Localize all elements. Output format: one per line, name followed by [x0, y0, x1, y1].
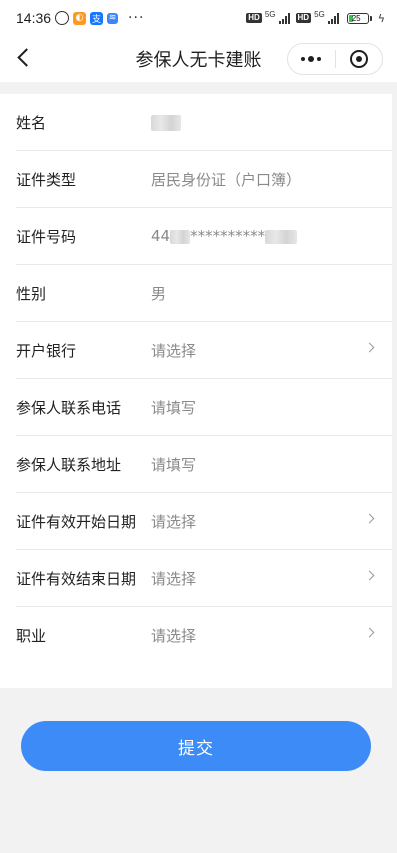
id-number-value: 44 ********** — [151, 227, 298, 245]
form-row-bank[interactable]: 开户银行 请选择 — [16, 322, 392, 379]
network-type: 5G — [264, 10, 276, 19]
alipay-notification-icon: 支 — [90, 11, 104, 25]
field-label: 性别 — [16, 284, 47, 303]
target-circle-icon — [349, 50, 368, 68]
form-row-valid-start[interactable]: 证件有效开始日期 请选择 — [16, 493, 392, 550]
chevron-right-icon — [364, 570, 375, 581]
valid-start-select[interactable]: 请选择 — [151, 511, 196, 532]
field-label: 参保人联系地址 — [16, 455, 122, 474]
app-notification-icon: ◐ — [73, 11, 87, 25]
id-masked: ********** — [190, 227, 266, 245]
form-row-id-number: 证件号码 44 ********** — [16, 208, 392, 265]
status-bar: 14:36 ◐ 支 ≋ ··· HD 5G HD 5G 25 ϟ — [0, 0, 397, 36]
address-input[interactable]: 请填写 — [151, 454, 196, 475]
form-row-id-type: 证件类型 居民身份证（户口簿） — [16, 151, 392, 208]
form-row-name: 姓名 — [16, 94, 392, 151]
network-type-2: 5G — [314, 10, 325, 19]
close-miniprogram-button[interactable] — [335, 44, 382, 74]
charging-icon: ϟ — [377, 11, 385, 25]
field-label: 参保人联系电话 — [16, 398, 122, 417]
bank-select[interactable]: 请选择 — [151, 340, 196, 361]
field-label: 证件有效开始日期 — [16, 512, 137, 531]
name-value — [151, 113, 181, 131]
redacted-id-tail — [265, 229, 298, 244]
chevron-right-icon — [364, 513, 375, 524]
miniprogram-capsule — [287, 43, 383, 75]
account-form: 姓名 证件类型 居民身份证（户口簿） 证件号码 44 ********** 性别 … — [0, 94, 392, 688]
back-arrow-icon[interactable] — [14, 47, 36, 69]
form-row-occupation[interactable]: 职业 请选择 — [16, 607, 392, 664]
form-row-phone[interactable]: 参保人联系电话 请填写 — [16, 379, 392, 436]
hd-badge: HD — [246, 13, 262, 23]
field-label: 职业 — [16, 627, 47, 645]
more-notifications-icon: ··· — [128, 10, 145, 26]
form-row-gender: 性别 男 — [16, 265, 392, 322]
alarm-icon — [55, 11, 70, 25]
status-time: 14:36 — [16, 10, 52, 26]
field-label: 证件有效结束日期 — [16, 569, 137, 588]
gender-value: 男 — [151, 284, 167, 303]
redacted-id-part — [170, 229, 191, 244]
submit-button[interactable]: 提交 — [21, 721, 371, 771]
battery-level: 25 — [351, 13, 361, 23]
field-label: 姓名 — [16, 113, 47, 132]
chevron-right-icon — [364, 342, 375, 353]
nav-bar: 参保人无卡建账 — [0, 36, 397, 82]
valid-end-select[interactable]: 请选择 — [151, 568, 196, 589]
more-menu-button[interactable] — [288, 44, 335, 74]
field-label: 开户银行 — [16, 341, 77, 360]
id-prefix: 44 — [151, 227, 171, 245]
page-title: 参保人无卡建账 — [135, 50, 262, 71]
form-row-address[interactable]: 参保人联系地址 请填写 — [16, 436, 392, 493]
chevron-right-icon — [364, 627, 375, 638]
signal-icon — [278, 12, 290, 24]
app-small-icon: ≋ — [107, 12, 119, 24]
field-label: 证件号码 — [16, 227, 77, 246]
hd-badge-2: HD — [295, 13, 312, 23]
field-label: 证件类型 — [16, 170, 77, 189]
battery-icon: 25 — [346, 12, 372, 24]
id-type-value: 居民身份证（户口簿） — [151, 170, 302, 189]
phone-input[interactable]: 请填写 — [151, 397, 196, 418]
occupation-select[interactable]: 请选择 — [151, 625, 196, 646]
redacted-name — [151, 114, 181, 131]
form-row-valid-end[interactable]: 证件有效结束日期 请选择 — [16, 550, 392, 607]
signal-icon-2 — [327, 12, 339, 24]
more-dots-icon — [301, 56, 322, 62]
